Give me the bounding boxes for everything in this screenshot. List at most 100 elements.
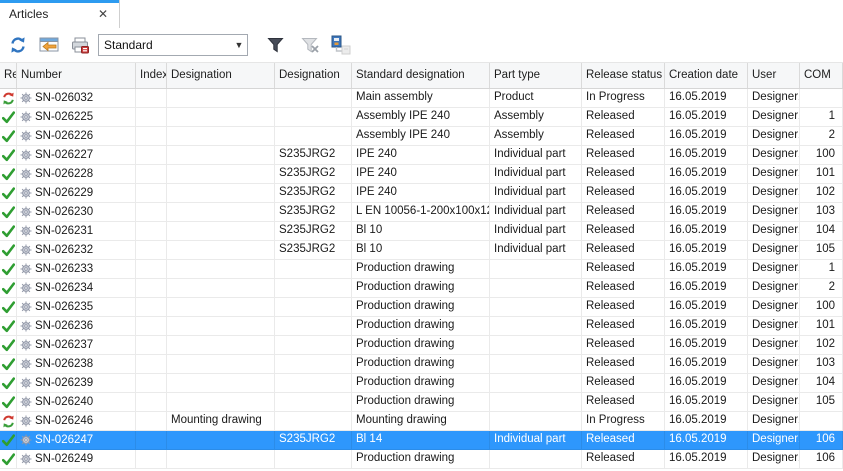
table-row[interactable]: SN-026235Production drawingReleased16.05… — [0, 298, 843, 317]
tab-close-icon[interactable]: ✕ — [96, 7, 110, 21]
part-gear-icon — [20, 282, 32, 294]
clear-filter-funnel-icon — [301, 37, 320, 53]
article-number: SN-026232 — [35, 242, 93, 259]
table-row[interactable]: SN-026231S235JRG2Bl 10Individual partRel… — [0, 222, 843, 241]
part-gear-icon — [20, 415, 32, 427]
cell-part_type: Individual part — [490, 431, 582, 450]
table-row[interactable]: SN-026225Assembly IPE 240AssemblyRelease… — [0, 108, 843, 127]
column-header-index[interactable]: Index — [136, 63, 167, 88]
column-header-com[interactable]: COM — [800, 63, 843, 88]
part-gear-icon — [20, 339, 32, 351]
table-row[interactable]: SN-026234Production drawingReleased16.05… — [0, 279, 843, 298]
cell-creation_date: 16.05.2019 — [665, 184, 748, 203]
combobox-dropdown-icon[interactable]: ▼ — [231, 40, 247, 50]
cell-designation1 — [167, 336, 275, 355]
cell-user: Designer1 — [748, 108, 800, 127]
cell-part_type: Individual part — [490, 222, 582, 241]
column-header-user[interactable]: User — [748, 63, 800, 88]
article-number: SN-026229 — [35, 185, 93, 202]
view-combobox[interactable]: Standard ▼ — [98, 34, 248, 56]
cell-std: Production drawing — [352, 279, 490, 298]
cell-designation2 — [275, 260, 352, 279]
cell-part_type — [490, 374, 582, 393]
cell-part_type — [490, 317, 582, 336]
article-number: SN-026225 — [35, 109, 93, 126]
cell-designation1 — [167, 298, 275, 317]
cell-status — [0, 412, 17, 431]
cell-number: SN-026238 — [17, 355, 136, 374]
cell-user: Designer1 — [748, 279, 800, 298]
table-row[interactable]: SN-026230S235JRG2L EN 10056-1-200x100x12… — [0, 203, 843, 222]
filter-button[interactable] — [262, 32, 288, 58]
articles-window: Articles ✕ — [0, 0, 843, 471]
refresh-button[interactable] — [5, 32, 31, 58]
cell-designation1 — [167, 241, 275, 260]
table-row[interactable]: SN-026227S235JRG2IPE 240Individual partR… — [0, 146, 843, 165]
column-header-designation2[interactable]: Designation — [275, 63, 352, 88]
print-button[interactable] — [67, 32, 93, 58]
table-row[interactable]: SN-026232S235JRG2Bl 10Individual partRel… — [0, 241, 843, 260]
cell-designation2: S235JRG2 — [275, 222, 352, 241]
cell-release_status: Released — [582, 298, 665, 317]
table-row[interactable]: SN-026236Production drawingReleased16.05… — [0, 317, 843, 336]
column-header-creation_date[interactable]: Creation date — [665, 63, 748, 88]
cell-part_type: Assembly — [490, 108, 582, 127]
cell-com: 105 — [800, 393, 843, 412]
cell-number: SN-026225 — [17, 108, 136, 127]
cell-part_type — [490, 336, 582, 355]
cell-status — [0, 203, 17, 222]
cell-com: 104 — [800, 222, 843, 241]
tab-articles[interactable]: Articles ✕ — [0, 0, 120, 28]
released-check-icon — [2, 168, 15, 181]
cell-designation2 — [275, 450, 352, 469]
table-row[interactable]: SN-026226Assembly IPE 240AssemblyRelease… — [0, 127, 843, 146]
cell-designation2 — [275, 298, 352, 317]
table-row[interactable]: SN-026032Main assemblyProductIn Progress… — [0, 89, 843, 108]
cell-creation_date: 16.05.2019 — [665, 203, 748, 222]
cell-creation_date: 16.05.2019 — [665, 317, 748, 336]
table-row[interactable]: SN-026233Production drawingReleased16.05… — [0, 260, 843, 279]
cell-release_status: Released — [582, 184, 665, 203]
column-header-status[interactable]: Re — [0, 63, 17, 88]
column-header-std[interactable]: Standard designation — [352, 63, 490, 88]
released-check-icon — [2, 130, 15, 143]
cell-release_status: Released — [582, 431, 665, 450]
table-row[interactable]: SN-026247S235JRG2Bl 14Individual partRel… — [0, 431, 843, 450]
column-header-designation1[interactable]: Designation — [167, 63, 275, 88]
table-row[interactable]: SN-026228S235JRG2IPE 240Individual partR… — [0, 165, 843, 184]
article-number: SN-026249 — [35, 451, 93, 468]
cell-com: 103 — [800, 203, 843, 222]
table-row[interactable]: SN-026246Mounting drawingMounting drawin… — [0, 412, 843, 431]
table-row[interactable]: SN-026229S235JRG2IPE 240Individual partR… — [0, 184, 843, 203]
cell-number: SN-026247 — [17, 431, 136, 450]
printer-icon — [71, 37, 90, 54]
table-row[interactable]: SN-026249Production drawingReleased16.05… — [0, 450, 843, 469]
cell-designation2: S235JRG2 — [275, 146, 352, 165]
cell-release_status: Released — [582, 336, 665, 355]
cell-creation_date: 16.05.2019 — [665, 355, 748, 374]
table-row[interactable]: SN-026239Production drawingReleased16.05… — [0, 374, 843, 393]
cell-number: SN-026234 — [17, 279, 136, 298]
cell-creation_date: 16.05.2019 — [665, 336, 748, 355]
cell-creation_date: 16.05.2019 — [665, 260, 748, 279]
open-result-list-button[interactable] — [36, 32, 62, 58]
cell-release_status: Released — [582, 374, 665, 393]
part-gear-icon — [20, 149, 32, 161]
cell-designation2: S235JRG2 — [275, 203, 352, 222]
part-gear-icon — [20, 301, 32, 313]
article-number: SN-026032 — [35, 90, 93, 107]
released-check-icon — [2, 301, 15, 314]
table-row[interactable]: SN-026238Production drawingReleased16.05… — [0, 355, 843, 374]
table-row[interactable]: SN-026240Production drawingReleased16.05… — [0, 393, 843, 412]
column-header-release_status[interactable]: Release status — [582, 63, 665, 88]
cell-designation1 — [167, 222, 275, 241]
column-header-number[interactable]: Number — [17, 63, 136, 88]
cell-number: SN-026233 — [17, 260, 136, 279]
article-number: SN-026227 — [35, 147, 93, 164]
transfer-button[interactable] — [328, 32, 354, 58]
cell-std: Production drawing — [352, 317, 490, 336]
column-header-part_type[interactable]: Part type — [490, 63, 582, 88]
table-row[interactable]: SN-026237Production drawingReleased16.05… — [0, 336, 843, 355]
clear-filter-button[interactable] — [297, 32, 323, 58]
cell-index — [136, 431, 167, 450]
